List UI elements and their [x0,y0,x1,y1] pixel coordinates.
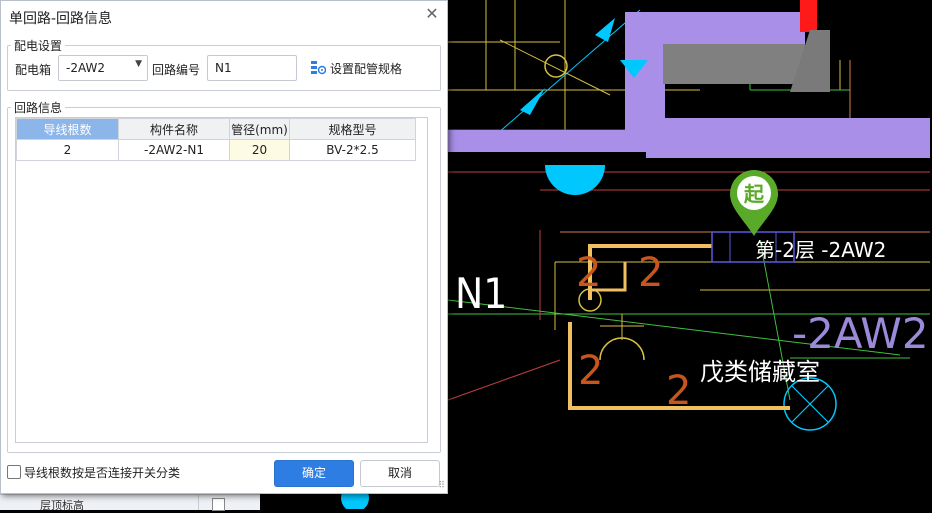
circuit-field-label: 回路编号 [152,63,201,77]
circuit-info-dialog: 单回路-回路信息 ✕ 配电设置 配电箱 -2AW2 ▼ 回路编号 设置配管规格 … [0,0,448,494]
room-label: 戊类储藏室 [700,358,820,386]
wire-count-3: 2 [578,348,603,394]
table-row[interactable]: 2 -2AW2-N1 20 BV-2*2.5 [16,139,416,161]
box-field-label: 配电箱 [15,63,52,77]
property-panel-strip: 层顶标高 [0,494,260,512]
floor-label: 第-2层 -2AW2 [755,238,886,262]
dialog-title: 单回路-回路信息 [9,11,113,27]
panel-row-label: 层顶标高 [40,499,84,512]
start-marker-label: 起 [743,182,765,206]
wire-count-1: 2 [576,250,601,296]
classify-by-switch-label: 导线根数按是否连接开关分类 [24,466,181,480]
classify-by-switch-checkbox[interactable] [7,465,21,479]
distribution-settings-title: 配电设置 [11,37,66,54]
cell-component-name[interactable]: -2AW2-N1 [118,139,230,161]
cancel-button[interactable]: 取消 [360,460,440,487]
close-icon[interactable]: ✕ [423,5,441,23]
circuit-number-field[interactable] [207,55,297,81]
ok-button[interactable]: 确定 [274,460,354,487]
circuit-number-input[interactable] [213,60,297,76]
circuit-label: N1 [455,269,507,318]
resize-grip-icon[interactable]: ⠿ [438,481,445,491]
pipe-config-icon [311,61,326,75]
config-pipe-spec-label: 设置配管规格 [330,62,403,76]
column-header-pipe-diameter[interactable]: 管径(mm) [229,118,290,140]
wire-count-4: 2 [666,368,691,414]
column-header-component-name[interactable]: 构件名称 [118,118,230,140]
circuit-info-title: 回路信息 [11,99,66,116]
chevron-down-icon: ▼ [135,59,142,69]
cell-spec-model[interactable]: BV-2*2.5 [289,139,416,161]
panel-divider [198,495,199,510]
panel-checkbox[interactable] [212,498,225,511]
column-header-spec-model[interactable]: 规格型号 [289,118,416,140]
wire-count-2: 2 [638,250,663,296]
box-select-value: -2AW2 [66,61,106,75]
circuit-grid[interactable]: 导线根数 构件名称 管径(mm) 规格型号 2 -2AW2-N1 20 BV-2… [15,117,428,443]
column-header-wire-count[interactable]: 导线根数 [16,118,119,140]
box-label: -2AW2 [792,309,929,358]
circuit-table: 导线根数 构件名称 管径(mm) 规格型号 2 -2AW2-N1 20 BV-2… [16,118,416,161]
cell-wire-count[interactable]: 2 [16,139,119,161]
box-select[interactable]: -2AW2 ▼ [58,55,148,81]
cell-pipe-diameter[interactable]: 20 [229,139,290,161]
